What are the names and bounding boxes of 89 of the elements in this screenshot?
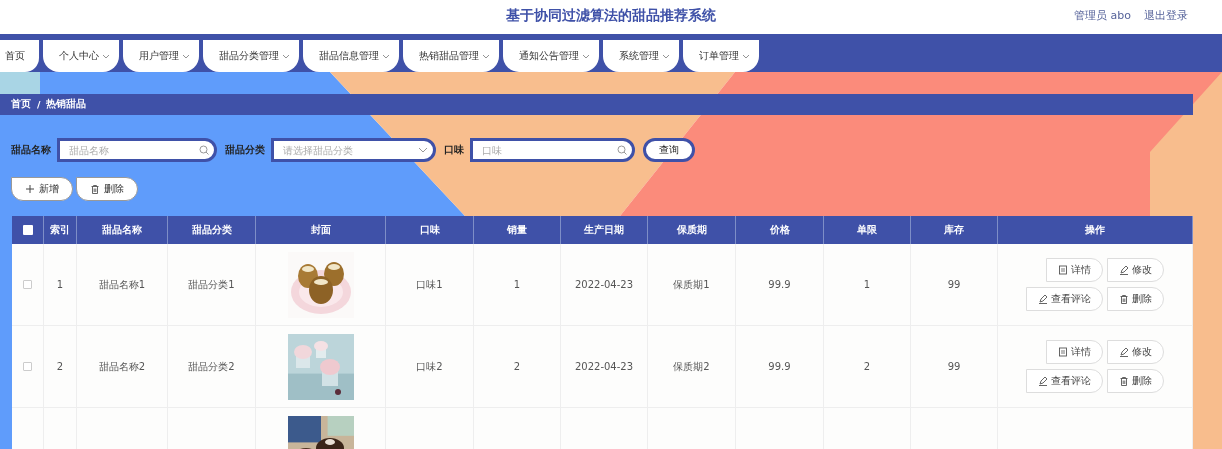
- field-label: 甜品名称: [11, 143, 51, 157]
- table-cell: 口味2: [416, 359, 443, 374]
- search-field[interactable]: 甜品名称: [57, 138, 217, 162]
- table-cell: 保质期1: [673, 277, 710, 292]
- trash-icon: [90, 184, 100, 194]
- table-cell: 99.9: [768, 361, 791, 372]
- column-header: 价格: [769, 223, 790, 237]
- app-title: 基于协同过滤算法的甜品推荐系统: [506, 6, 716, 25]
- edit-button[interactable]: 修改: [1107, 258, 1164, 282]
- pen-icon: [1038, 376, 1048, 386]
- column-header: 甜品分类: [191, 223, 232, 237]
- column-header: 销量: [507, 223, 527, 237]
- caret-icon: [182, 52, 190, 60]
- nav-tab[interactable]: 首页: [0, 40, 39, 72]
- caret-icon: [102, 52, 110, 60]
- table-cell: 1: [56, 279, 64, 290]
- pen-icon: [1038, 294, 1048, 304]
- pen-icon: [1119, 265, 1129, 275]
- table-cell: 口味1: [416, 277, 443, 292]
- table-cell: 甜品名称1: [98, 277, 146, 292]
- column-header: 生产日期: [584, 223, 624, 237]
- pen-icon: [1119, 347, 1129, 357]
- caret-icon: [662, 52, 670, 60]
- nav-tab[interactable]: 用户管理: [123, 40, 199, 72]
- table-cell: 2: [863, 361, 871, 372]
- table-cell: 2022-04-23: [574, 361, 634, 372]
- delete-button[interactable]: 删除: [1107, 369, 1164, 393]
- background-shape: [0, 72, 40, 94]
- caret-icon: [382, 52, 390, 60]
- chevron-down-icon: [418, 146, 428, 154]
- table-cell: 2022-04-23: [574, 279, 634, 290]
- breadcrumb-separator: /: [37, 99, 41, 110]
- table-cell: 甜品分类1: [188, 277, 235, 292]
- trash-icon: [1119, 294, 1129, 304]
- row-checkbox[interactable]: [23, 362, 32, 371]
- add-button[interactable]: 新增: [11, 177, 73, 201]
- comment-button[interactable]: 查看评论: [1026, 369, 1103, 393]
- search-field[interactable]: 口味: [470, 138, 635, 162]
- column-header: 库存: [944, 223, 964, 237]
- nav-tab[interactable]: 甜品信息管理: [303, 40, 399, 72]
- nav-tab[interactable]: 订单管理: [683, 40, 759, 72]
- nav-tab[interactable]: 甜品分类管理: [203, 40, 299, 72]
- column-header: 口味: [419, 223, 440, 237]
- select-all-checkbox[interactable]: [22, 225, 33, 235]
- breadcrumb-link[interactable]: 热销甜品: [46, 98, 87, 111]
- table-cell: 1: [863, 279, 871, 290]
- edit-button[interactable]: 修改: [1107, 340, 1164, 364]
- nav-tab[interactable]: 系统管理: [603, 40, 679, 72]
- query-button[interactable]: 查询: [643, 138, 695, 162]
- caret-icon: [482, 52, 490, 60]
- table-cell: 1: [513, 279, 521, 290]
- column-header: 保质期: [676, 223, 707, 237]
- search-icon: [617, 145, 627, 155]
- trash-icon: [1119, 376, 1129, 386]
- user-name: 管理员 abo: [1074, 7, 1131, 23]
- nav-tab[interactable]: 个人中心: [43, 40, 119, 72]
- detail-button[interactable]: 详情: [1046, 258, 1103, 282]
- row-checkbox[interactable]: [23, 280, 32, 289]
- table-cell: 甜品分类2: [188, 359, 235, 374]
- nav-tab[interactable]: 热销甜品管理: [403, 40, 499, 72]
- column-header: 甜品名称: [102, 223, 142, 237]
- detail-button[interactable]: 详情: [1046, 340, 1103, 364]
- table-cell: 99.9: [768, 279, 791, 290]
- field-label: 口味: [444, 143, 464, 157]
- table-cell: 甜品名称2: [98, 359, 146, 374]
- column-header: 索引: [50, 223, 70, 237]
- logout-link[interactable]: 退出登录: [1144, 7, 1188, 23]
- document-icon: [1058, 347, 1068, 357]
- nav-tab[interactable]: 通知公告管理: [503, 40, 599, 72]
- document-icon: [1058, 265, 1068, 275]
- table-cell: 2: [513, 361, 521, 372]
- delete-button[interactable]: 删除: [76, 177, 138, 201]
- plus-icon: [25, 184, 35, 194]
- select-field[interactable]: 请选择甜品分类: [271, 138, 436, 162]
- caret-icon: [582, 52, 590, 60]
- breadcrumb-link[interactable]: 首页: [11, 98, 31, 111]
- caret-icon: [742, 52, 750, 60]
- table-cell: 2: [56, 361, 64, 372]
- delete-button[interactable]: 删除: [1107, 287, 1164, 311]
- field-label: 甜品分类: [225, 143, 265, 157]
- column-header: 封面: [310, 223, 331, 237]
- table-cell: 99: [947, 279, 961, 290]
- search-icon: [199, 145, 209, 155]
- column-header: 操作: [1085, 223, 1105, 237]
- column-header: 单限: [857, 223, 877, 237]
- comment-button[interactable]: 查看评论: [1026, 287, 1103, 311]
- table-cell: 99: [947, 361, 961, 372]
- caret-icon: [282, 52, 290, 60]
- table-cell: 保质期2: [673, 359, 710, 374]
